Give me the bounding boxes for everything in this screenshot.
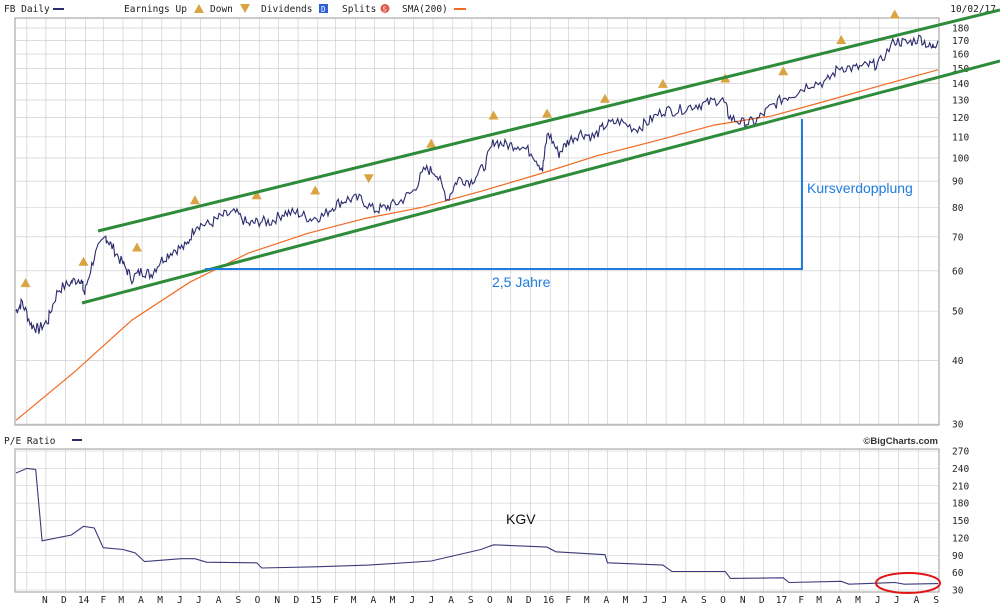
x-tick-label: F <box>101 595 107 606</box>
svg-text:D: D <box>321 5 326 14</box>
x-tick-label: F <box>333 595 339 606</box>
price-y-tick-label: 100 <box>952 153 969 164</box>
triangle-up-icon <box>194 4 204 13</box>
price-panel-frame <box>14 17 940 426</box>
x-tick-label: 16 <box>543 595 555 606</box>
x-tick-label: M <box>623 595 629 606</box>
x-tick-label: O <box>487 595 493 606</box>
price-y-tick-label: 110 <box>952 132 969 143</box>
earnings-up-marker <box>889 9 900 19</box>
price-y-tick-label: 60 <box>952 266 964 277</box>
x-tick-label: M <box>855 595 861 606</box>
x-tick-label: D <box>759 595 765 606</box>
stock-chart: 3040506070809010011012013014015016017018… <box>4 4 1000 606</box>
x-tick-label: F <box>565 595 571 606</box>
x-tick-label: M <box>390 595 396 606</box>
pe-y-tick-label: 120 <box>952 533 969 544</box>
x-tick-label: 14 <box>78 595 90 606</box>
price-y-tick-label: 130 <box>952 95 969 106</box>
legend-sma200: SMA(200) <box>402 4 448 15</box>
x-tick-label: J <box>428 595 434 606</box>
chart-header: FB Daily Earnings Up Down Dividends D Sp… <box>4 4 996 15</box>
x-tick-label: O <box>255 595 261 606</box>
x-tick-label: A <box>371 595 377 606</box>
price-y-tick-label: 30 <box>952 420 964 431</box>
legend-splits: Splits <box>342 4 376 15</box>
price-y-axis: 3040506070809010011012013014015016017018… <box>952 24 969 431</box>
x-tick-label: D <box>526 595 532 606</box>
x-tick-label: J <box>409 595 415 606</box>
pe-y-tick-label: 30 <box>952 586 964 597</box>
pe-y-tick-label: 270 <box>952 447 969 458</box>
jahre-label: 2,5 Jahre <box>492 274 551 290</box>
price-y-tick-label: 40 <box>952 356 964 367</box>
x-tick-label: J <box>662 595 668 606</box>
legend-dividends: Dividends <box>261 4 312 15</box>
price-y-tick-label: 80 <box>952 203 964 214</box>
x-tick-label: A <box>836 595 842 606</box>
x-tick-label: O <box>720 595 726 606</box>
x-tick-label: M <box>584 595 590 606</box>
x-tick-label: J <box>894 595 900 606</box>
x-tick-label: 15 <box>310 595 321 606</box>
x-tick-label: A <box>681 595 687 606</box>
triangle-down-icon <box>240 4 250 13</box>
x-tick-label: A <box>138 595 144 606</box>
x-tick-label: D <box>293 595 299 606</box>
price-y-tick-label: 90 <box>952 177 964 188</box>
x-tick-label: S <box>701 595 707 606</box>
price-y-tick-label: 120 <box>952 113 969 124</box>
x-tick-label: D <box>61 595 67 606</box>
legend-down: Down <box>210 4 233 15</box>
price-y-tick-label: 170 <box>952 36 969 47</box>
x-tick-label: S <box>236 595 242 606</box>
price-y-tick-label: 160 <box>952 50 969 61</box>
x-tick-label: J <box>875 595 881 606</box>
x-tick-label: N <box>507 595 513 606</box>
x-tick-label: M <box>157 595 163 606</box>
x-tick-label: N <box>740 595 746 606</box>
x-tick-label: N <box>42 595 48 606</box>
pe-panel-title: P/E Ratio <box>4 436 56 447</box>
pe-y-tick-label: 90 <box>952 551 964 562</box>
pe-y-tick-label: 180 <box>952 499 969 510</box>
x-tick-label: J <box>177 595 183 606</box>
copyright-label: ©BigCharts.com <box>863 436 938 447</box>
x-axis: N D 14 F M A M J J A S O N D 15 F M A M J J A S O N D 16 F M A M J J A S O N… <box>42 595 939 606</box>
x-tick-label: J <box>642 595 648 606</box>
x-tick-label: A <box>604 595 610 606</box>
pe-y-axis: 30 60 90 120 150 180 210 240 270 <box>952 447 969 597</box>
svg-text:S: S <box>383 6 387 14</box>
x-tick-label: S <box>933 595 939 606</box>
x-tick-label: S <box>468 595 474 606</box>
legend-earnings-up: Earnings Up <box>124 4 187 15</box>
pe-y-tick-label: 210 <box>952 481 969 492</box>
kursverdopplung-label: Kursverdopplung <box>807 180 913 196</box>
kgv-label: KGV <box>506 511 536 527</box>
x-tick-label: A <box>914 595 920 606</box>
x-tick-label: A <box>216 595 222 606</box>
price-y-tick-label: 50 <box>952 307 964 318</box>
x-tick-label: N <box>274 595 280 606</box>
x-tick-label: J <box>196 595 202 606</box>
x-tick-label: M <box>351 595 357 606</box>
price-y-tick-label: 140 <box>952 79 969 90</box>
x-tick-label: 17 <box>776 595 787 606</box>
pe-y-tick-label: 240 <box>952 464 969 475</box>
pe-y-tick-label: 60 <box>952 568 964 579</box>
x-tick-label: M <box>816 595 822 606</box>
price-y-tick-label: 70 <box>952 232 964 243</box>
x-tick-label: F <box>798 595 804 606</box>
x-tick-label: M <box>118 595 124 606</box>
price-y-tick-label: 180 <box>952 24 969 35</box>
x-tick-label: A <box>448 595 454 606</box>
pe-y-tick-label: 150 <box>952 516 969 527</box>
ticker-label: FB Daily <box>4 4 50 15</box>
